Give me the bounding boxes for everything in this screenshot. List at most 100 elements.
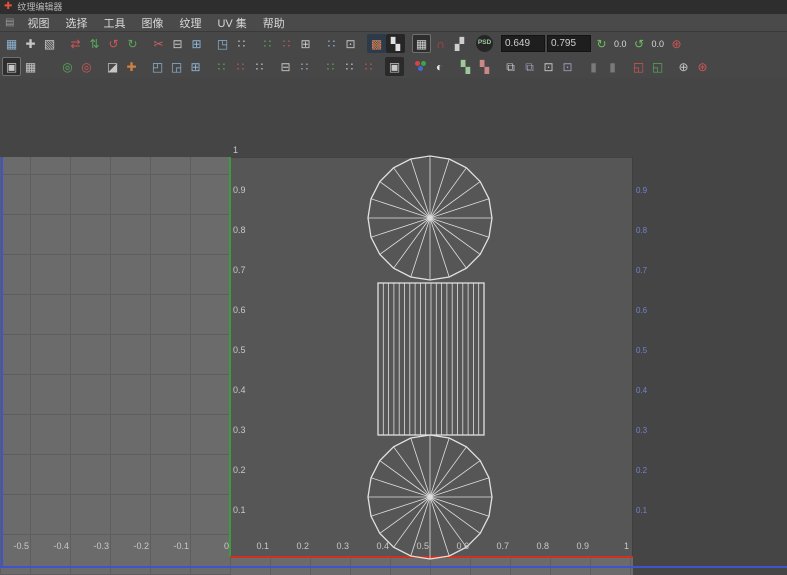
texture-editor-window: ✚ 纹理编辑器 ▤ 视图选择工具图像纹理UV 集帮助 ▦✚▧⇄⇅↺↻✂⊟⊞◳∷∷…: [0, 0, 787, 575]
lock-selected-uvs-icon[interactable]: ▮: [584, 57, 603, 76]
isolate-add-icon[interactable]: ◱: [648, 57, 667, 76]
checker-tile-b-icon[interactable]: ▚: [475, 57, 494, 76]
menu-items: 视图选择工具图像纹理UV 集帮助: [19, 15, 292, 31]
cycle-uvs-icon[interactable]: ◪: [103, 57, 122, 76]
uv-unit-square: [230, 157, 633, 557]
menu-uv-sets[interactable]: UV 集: [209, 15, 254, 31]
rotate-shell-cw-icon[interactable]: ◎: [58, 57, 77, 76]
v-axis-tick-label: 0.5: [233, 346, 246, 355]
magnet-snap-icon[interactable]: ∩: [431, 34, 450, 53]
reset-rotation-u-icon[interactable]: ↻: [592, 34, 611, 53]
paste-v-icon[interactable]: ⊡: [558, 57, 577, 76]
toolbar: ▦✚▧⇄⇅↺↻✂⊟⊞◳∷∷∷⊞∷⊡▩▚▦∩▞PSD ↻ 0.0 ↺ 0.0 ⊛ …: [0, 32, 787, 79]
rotation-v-value: 0.0: [649, 39, 668, 49]
u-axis-line: [230, 556, 633, 558]
cut-uv-edges-icon[interactable]: ✂: [149, 34, 168, 53]
psd-network-icon[interactable]: PSD: [476, 35, 493, 52]
checker-display-icon[interactable]: ▚: [386, 34, 405, 53]
flip-v-icon[interactable]: ⇅: [85, 34, 104, 53]
stack-shells-icon[interactable]: ⊞: [186, 57, 205, 76]
snap-points-icon[interactable]: ∷: [321, 57, 340, 76]
toolbar-icon: [494, 57, 501, 76]
flip-u-icon[interactable]: ⇄: [66, 34, 85, 53]
toolbar-icon: [404, 57, 411, 76]
orient-shells-icon[interactable]: ◲: [167, 57, 186, 76]
layout-shells-icon[interactable]: ◰: [148, 57, 167, 76]
toolbar-icon: [667, 57, 674, 76]
u-axis-tick-label: 0.7: [496, 542, 510, 551]
rotate-shell-ccw-icon[interactable]: ◎: [77, 57, 96, 76]
align-uvs-u-icon[interactable]: ∷: [258, 34, 277, 53]
rotate-uv-ccw-icon[interactable]: ↺: [104, 34, 123, 53]
layout-uvs-icon[interactable]: ◳: [213, 34, 232, 53]
u-axis-tick-label: -0.3: [93, 542, 110, 551]
v-axis-right-tick-label: 0.3: [636, 427, 647, 435]
straighten-uvs-icon[interactable]: ⊟: [276, 57, 295, 76]
refresh-uv-icon[interactable]: ⊛: [667, 34, 686, 53]
align-shells-u-icon[interactable]: ∷: [212, 57, 231, 76]
v-coordinate-field[interactable]: [547, 35, 591, 52]
toolbar-icon: [493, 34, 500, 53]
reset-rotation-v-icon[interactable]: ↺: [630, 34, 649, 53]
grid-display-icon[interactable]: ▦: [412, 34, 431, 53]
rgb-channels-icon[interactable]: [411, 57, 430, 76]
move-and-sew-icon[interactable]: ⊞: [187, 34, 206, 53]
tweak-uv-tool-icon[interactable]: ▧: [40, 34, 59, 53]
grid-region-outside-uv: [0, 157, 230, 575]
checker-tile-a-icon[interactable]: ▚: [456, 57, 475, 76]
distribute-shells-icon[interactable]: ∷: [250, 57, 269, 76]
snap-together-icon[interactable]: ⊞: [296, 34, 315, 53]
match-uvs-icon[interactable]: ∷: [322, 34, 341, 53]
copy-uvs-icon[interactable]: ⧉: [501, 57, 520, 76]
paste-u-icon[interactable]: ⊡: [539, 57, 558, 76]
bottom-boundary-line: [0, 566, 787, 568]
toolbar-icon: [360, 34, 367, 53]
toolbar-icon: [40, 57, 58, 76]
align-uvs-v-icon[interactable]: ∷: [277, 34, 296, 53]
dim-image-icon[interactable]: ◐: [430, 57, 449, 76]
warp-image-icon[interactable]: ∷: [359, 57, 378, 76]
v-axis-right-tick-label: 0.9: [636, 187, 647, 195]
menu-view[interactable]: 视图: [19, 15, 57, 31]
isolate-remove-icon[interactable]: ⊕: [674, 57, 693, 76]
menu-image[interactable]: 图像: [133, 15, 171, 31]
pixel-snap-icon[interactable]: ▞: [450, 34, 469, 53]
normalize-uvs-icon[interactable]: ⊡: [341, 34, 360, 53]
v-axis-tick-label: 1: [233, 146, 238, 155]
menu-textures[interactable]: 纹理: [171, 15, 209, 31]
move-uv-tool-icon[interactable]: ✚: [21, 34, 40, 53]
uv-snapshot-icon[interactable]: ▣: [385, 57, 404, 76]
toolbar-row-2: ▣▦◎◎◪✚◰◲⊞∷∷∷⊟∷∷∷∷▣◐▚▚⧉⧉⊡⊡▮▮◱◱⊕⊛: [0, 55, 787, 78]
isolate-select-toggle-icon[interactable]: ◱: [629, 57, 648, 76]
v-axis-right-tick-label: 0.1: [636, 507, 647, 515]
u-coordinate-field[interactable]: [501, 35, 545, 52]
menu-select[interactable]: 选择: [57, 15, 95, 31]
menu-tools[interactable]: 工具: [95, 15, 133, 31]
sew-uv-edges-icon[interactable]: ⊟: [168, 34, 187, 53]
unfold-uvs-icon[interactable]: ∷: [232, 34, 251, 53]
v-axis-tick-label: 0.9: [233, 186, 246, 195]
rotate-uv-cw-icon[interactable]: ↻: [123, 34, 142, 53]
menu-help[interactable]: 帮助: [255, 15, 293, 31]
add-uvs-icon[interactable]: ✚: [122, 57, 141, 76]
v-axis-tick-label: 0.3: [233, 426, 246, 435]
uv-shell-select-icon[interactable]: ▣: [2, 57, 21, 76]
menubar: ▤ 视图选择工具图像纹理UV 集帮助: [0, 14, 787, 32]
u-axis-tick-label: 1: [624, 542, 630, 551]
uv-editor-canvas[interactable]: 10.90.80.70.60.50.40.30.20.1 0.90.80.70.…: [0, 78, 787, 575]
u-axis-tick-label: -0.5: [13, 542, 30, 551]
image-display-icon[interactable]: ▩: [367, 34, 386, 53]
match-grid-icon[interactable]: ∷: [340, 57, 359, 76]
v-axis-tick-label: 0.4: [233, 386, 246, 395]
uv-lattice-tool-icon[interactable]: ▦: [2, 34, 21, 53]
panel-menu-icon[interactable]: ▤: [0, 17, 19, 28]
align-shells-v-icon[interactable]: ∷: [231, 57, 250, 76]
v-axis-line: [229, 157, 231, 557]
paste-uvs-icon[interactable]: ⧉: [520, 57, 539, 76]
lock-unselected-uvs-icon[interactable]: ▮: [603, 57, 622, 76]
uv-select-mode-icon[interactable]: ▦: [21, 57, 40, 76]
clear-isolation-icon[interactable]: ⊛: [693, 57, 712, 76]
u-axis-tick-label: 0.5: [416, 542, 430, 551]
randomize-shells-icon[interactable]: ∷: [295, 57, 314, 76]
u-axis-tick-label: -0.2: [133, 542, 150, 551]
